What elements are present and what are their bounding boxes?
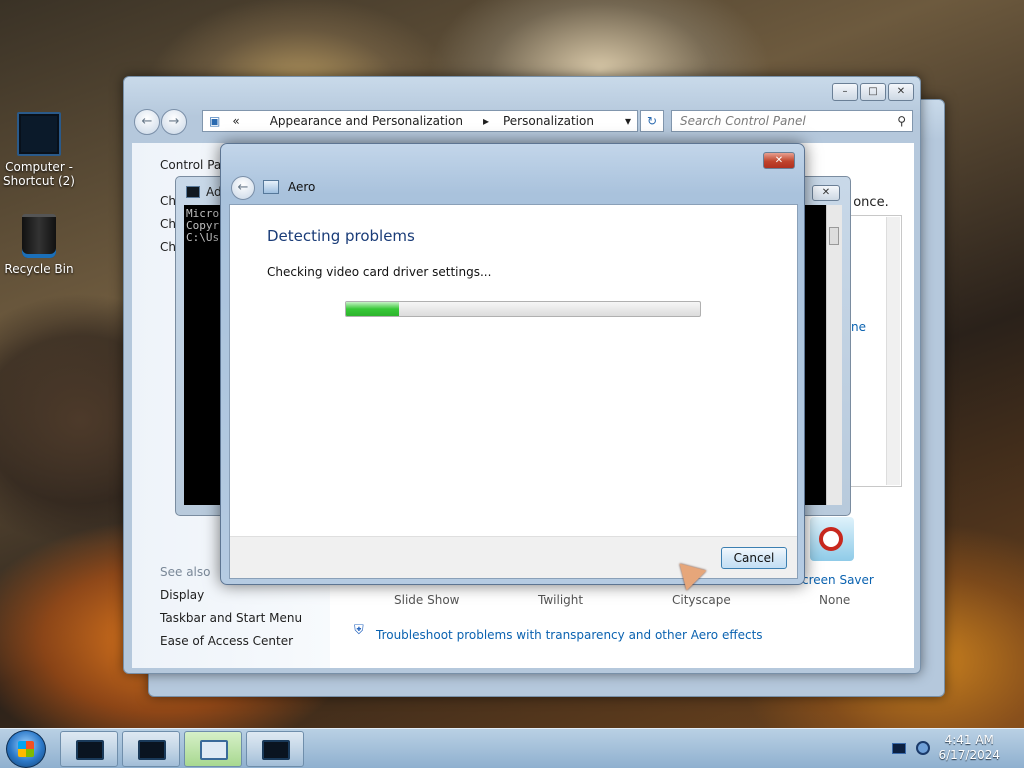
start-button[interactable] [6,730,46,768]
control-panel-icon: ▣ [209,114,221,128]
screen-saver-icon[interactable] [810,517,854,561]
clock-date: 6/17/2024 [938,748,1000,762]
console-scrollbar[interactable] [826,205,842,505]
troubleshooter-icon [263,180,279,194]
taskbar-clock[interactable]: 4:41 AM 6/17/2024 [938,733,1000,763]
progress-bar-fill [346,302,400,316]
search-input[interactable]: Search Control Panel ⚲ [671,110,913,132]
address-dropdown-icon[interactable]: ▾ [619,114,637,128]
console-close-button[interactable]: ✕ [812,185,840,201]
dialog-footer: Cancel [230,536,797,578]
no-screensaver-icon [819,527,843,551]
dialog-title: Aero [288,180,316,194]
refresh-button[interactable]: ↻ [640,110,664,132]
theme-option-label[interactable]: Twilight [538,593,583,607]
left-task-link[interactable]: Ch [160,217,176,231]
breadcrumb-overflow[interactable]: « [226,114,245,128]
left-task-link[interactable]: Ch [160,240,176,254]
dialog-back-button[interactable]: ← [231,176,255,200]
back-button[interactable]: ← [134,109,160,135]
theme-option-label[interactable]: Cityscape [672,593,731,607]
taskbar: 4:41 AM 6/17/2024 [0,728,1024,768]
close-button[interactable]: ✕ [888,83,914,101]
desktop-icon-computer-shortcut[interactable]: Computer - Shortcut (2) [0,112,78,188]
control-panel-icon [200,740,228,760]
taskbar-item-3[interactable] [184,731,242,767]
desktop-icon-label: Computer - Shortcut (2) [3,160,75,188]
console-scroll-thumb[interactable] [829,227,839,245]
progress-bar [345,301,701,317]
chevron-right-icon[interactable]: ▸ [469,114,495,128]
address-bar[interactable]: ▣ « Appearance and Personalization ▸ Per… [202,110,638,132]
shield-icon: ⛨ [354,623,364,638]
left-task-link[interactable]: Ch [160,194,176,208]
minimize-button[interactable]: – [832,83,858,101]
theme-list-scrollbar[interactable] [886,217,900,485]
window-caption-buttons: – □ ✕ [832,83,914,101]
theme-option-label[interactable]: None [819,593,850,607]
network-tray-icon[interactable] [892,743,906,754]
see-also-display[interactable]: Display [160,588,204,602]
see-also-ease-of-access[interactable]: Ease of Access Center [160,634,293,648]
theme-link-fragment[interactable]: ne [851,320,866,334]
screen-saver-link[interactable]: creen Saver [802,573,874,587]
recycle-bin-icon [22,214,56,258]
dialog-close-button[interactable]: ✕ [763,152,795,169]
cancel-button[interactable]: Cancel [721,547,787,569]
windows-logo-icon [18,741,34,757]
maximize-button[interactable]: □ [860,83,886,101]
search-placeholder: Search Control Panel [680,114,806,128]
aero-troubleshooter-dialog[interactable]: ✕ ← Aero Detecting problems Checking vid… [220,143,805,585]
computer-icon [17,112,61,156]
taskbar-item-2[interactable] [122,731,180,767]
control-panel-home-link[interactable]: Control Par [160,158,226,172]
breadcrumb-personalization[interactable]: Personalization [495,114,600,128]
taskbar-item-1[interactable] [60,731,118,767]
desktop-icon-label: Recycle Bin [4,262,74,276]
dialog-status-text: Checking video card driver settings... [267,265,492,279]
see-also-taskbar[interactable]: Taskbar and Start Menu [160,611,302,625]
search-icon[interactable]: ⚲ [897,111,906,131]
console-icon [186,186,200,198]
monitor-icon [262,740,290,760]
monitor-icon [76,740,104,760]
dialog-heading: Detecting problems [267,227,415,245]
see-also-heading: See also [160,565,211,579]
clock-time: 4:41 AM [944,733,994,747]
desktop-icon-recycle-bin[interactable]: Recycle Bin [0,214,78,276]
console-icon [138,740,166,760]
taskbar-item-4[interactable] [246,731,304,767]
dialog-content: Detecting problems Checking video card d… [229,204,798,579]
breadcrumb-appearance[interactable]: Appearance and Personalization [246,114,469,128]
tray-icon[interactable] [916,741,930,755]
troubleshoot-aero-link[interactable]: Troubleshoot problems with transparency … [376,628,763,642]
forward-button[interactable]: → [161,109,187,135]
theme-option-label[interactable]: Slide Show [394,593,459,607]
